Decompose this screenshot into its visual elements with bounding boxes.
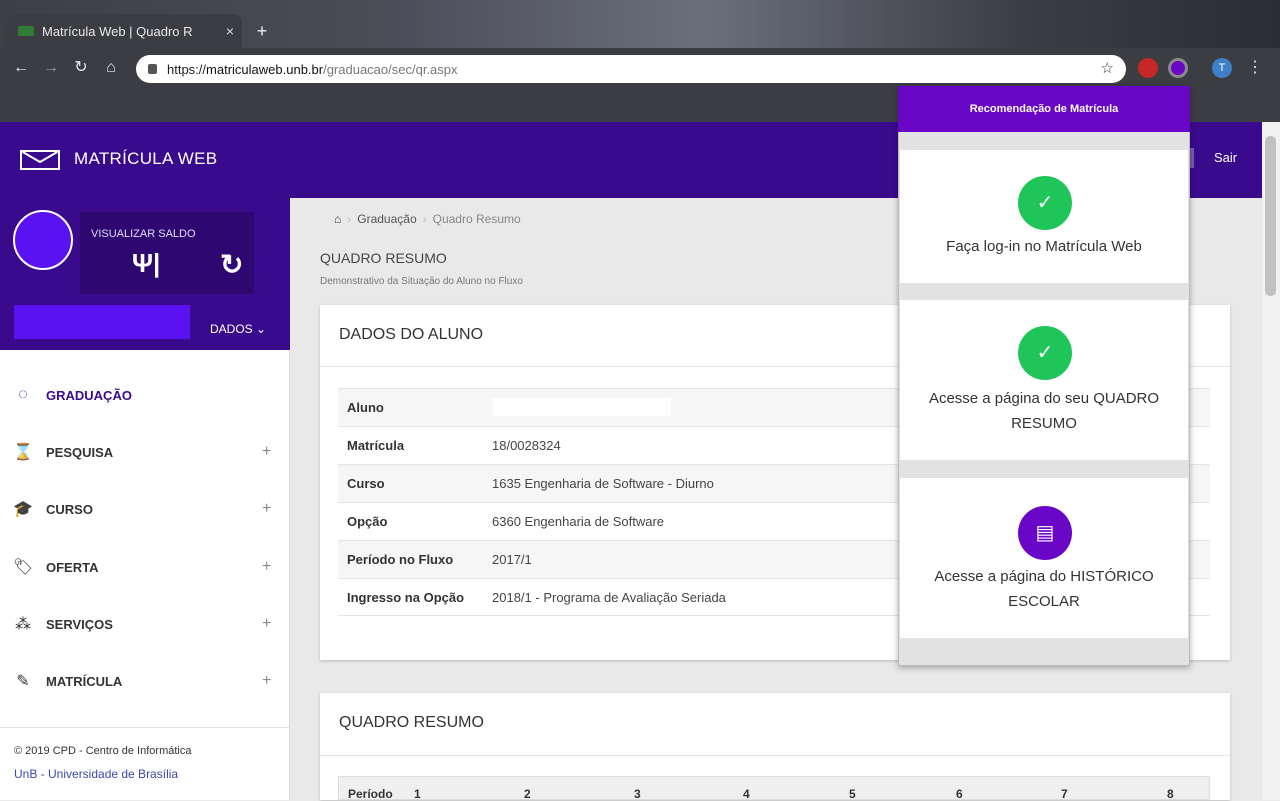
expand-plus-icon[interactable]: + (262, 672, 271, 690)
column-header: 7 (1061, 787, 1068, 801)
column-header: 1 (414, 787, 421, 801)
sidebar-item-label: GRADUAÇÃO (46, 387, 132, 403)
breadcrumb-current: Quadro Resumo (432, 212, 521, 226)
field-key: Opção (347, 514, 388, 529)
address-bar[interactable]: https://matriculaweb.unb.br/graduacao/se… (136, 55, 1126, 83)
column-header: 4 (743, 787, 750, 801)
url-host: matriculaweb.unb.br (206, 61, 324, 77)
field-key: Período no Fluxo (347, 552, 454, 567)
tag-icon: 🏷 (12, 559, 34, 576)
page-subtitle: Demonstrativo da Situação do Aluno no Fl… (320, 276, 523, 287)
extension-icon[interactable] (1138, 58, 1158, 78)
tab-close-icon[interactable]: × (218, 23, 242, 39)
bookmark-star-icon[interactable]: ☆ (1101, 59, 1114, 77)
column-header: 3 (634, 787, 641, 801)
field-key: Ingresso na Opção (347, 589, 465, 605)
sidebar-item-label: SERVIÇOS (46, 616, 113, 632)
summary-title: QUADRO RESUMO (339, 714, 484, 731)
lock-icon (148, 64, 157, 74)
sidebar-item-pesquisa[interactable]: ⌛ PESQUISA + (0, 424, 290, 480)
step-card-login[interactable]: ✓ Faça log-in no Matrícula Web (900, 150, 1188, 283)
back-icon[interactable]: ← (10, 57, 32, 79)
sidebar-item-graduacao[interactable]: ◌ GRADUAÇÃO (0, 367, 290, 423)
check-icon: ✓ (1018, 326, 1072, 380)
sidebar-item-servicos[interactable]: ⁂ SERVIÇOS + (0, 596, 290, 652)
expand-plus-icon[interactable]: + (262, 500, 271, 518)
refresh-icon[interactable]: ↻ (220, 248, 243, 281)
sidebar-item-oferta[interactable]: 🏷 OFERTA + (0, 539, 290, 595)
services-icon: ⁂ (15, 616, 31, 633)
sidebar-item-label: MATRÍCULA (46, 673, 123, 689)
expand-plus-icon[interactable]: + (262, 558, 271, 576)
step-card-quadro-resumo[interactable]: ✓ Acesse a página do seu QUADRO RESUMO (900, 300, 1188, 460)
sidebar-divider (0, 727, 290, 728)
hourglass-icon: ⌛ (13, 444, 33, 461)
field-value: 2017/1 (492, 552, 532, 567)
field-key: Aluno (347, 400, 384, 415)
column-header: 2 (524, 787, 531, 801)
browser-menu-icon[interactable]: ⋮ (1244, 57, 1266, 79)
step-text: Acesse a página do seu QUADRO RESUMO (928, 390, 1160, 432)
breadcrumb-graduacao[interactable]: Graduação (357, 212, 416, 226)
sidebar-item-label: PESQUISA (46, 444, 114, 460)
forward-icon[interactable]: → (40, 57, 62, 79)
pencil-icon: ✎ (16, 673, 30, 690)
page-title: QUADRO RESUMO (320, 250, 447, 266)
expand-plus-icon[interactable]: + (262, 615, 271, 633)
card-divider (320, 755, 1230, 756)
field-value: 6360 Engenharia de Software (492, 514, 665, 529)
circle-notch-icon: ◌ (18, 386, 28, 403)
field-key: Matrícula (347, 438, 405, 453)
envelope-logo-icon (20, 150, 60, 170)
browser-tab[interactable]: Matrícula Web | Quadro R × (6, 14, 242, 48)
breadcrumb: ⌂ › Graduação › Quadro Resumo (334, 212, 521, 226)
graduation-cap-icon: 🎓 (13, 501, 33, 518)
new-tab-button[interactable]: + (250, 20, 274, 44)
field-value: 2018/1 - Programa de Avaliação Seriada (492, 589, 726, 605)
expand-plus-icon[interactable]: + (262, 443, 271, 461)
server-icon: ▤ (1018, 506, 1072, 560)
step-text: Acesse a página do HISTÓRICO ESCOLAR (934, 568, 1154, 610)
field-value: 1635 Engenharia de Software - Diurno (492, 476, 714, 491)
logout-link[interactable]: Sair (1214, 150, 1237, 165)
column-header: Período (348, 787, 393, 801)
dados-label: DADOS (210, 322, 253, 336)
sidebar-item-label: CURSO (46, 501, 93, 517)
view-balance-label: VISUALIZAR SALDO (91, 228, 196, 240)
column-header: 6 (956, 787, 963, 801)
field-key: Curso (347, 476, 385, 491)
student-data-title: DADOS DO ALUNO (339, 326, 484, 343)
column-header: 8 (1167, 787, 1174, 801)
field-value: 18/0028324 (492, 438, 561, 453)
chevron-down-icon: ⌄ (256, 322, 267, 336)
header-divider (1190, 148, 1194, 168)
sidebar-item-label: OFERTA (46, 559, 99, 575)
step-text: Faça log-in no Matrícula Web (946, 238, 1142, 255)
reload-icon[interactable]: ↻ (70, 57, 92, 79)
home-icon[interactable]: ⌂ (100, 57, 122, 79)
favicon-icon (18, 26, 34, 36)
footer-university-link[interactable]: UnB - Universidade de Brasília (14, 767, 178, 781)
scrollbar-thumb[interactable] (1265, 136, 1276, 296)
profile-icon[interactable]: T (1212, 58, 1232, 78)
summary-table-header: Período 1 2 3 4 5 6 7 8 (338, 776, 1210, 801)
column-header: 5 (849, 787, 856, 801)
check-icon: ✓ (1018, 176, 1072, 230)
footer-copyright: © 2019 CPD - Centro de Informática (14, 745, 192, 757)
url-scheme: https:// (167, 61, 207, 77)
student-name-bar (14, 305, 190, 339)
student-name-field (493, 398, 671, 416)
matricula-extension-icon[interactable] (1168, 58, 1188, 78)
step-card-historico[interactable]: ▤ Acesse a página do HISTÓRICO ESCOLAR (900, 478, 1188, 638)
sidebar-item-matricula[interactable]: ✎ MATRÍCULA + (0, 653, 290, 709)
app-title: MATRÍCULA WEB (74, 149, 218, 168)
fork-knife-icon: Ψ| (132, 248, 161, 278)
dados-dropdown[interactable]: DADOS ⌄ (210, 322, 266, 336)
home-icon[interactable]: ⌂ (334, 212, 341, 226)
tab-title: Matrícula Web | Quadro R (42, 23, 193, 39)
sidebar-item-curso[interactable]: 🎓 CURSO + (0, 481, 290, 537)
popup-title: Recomendação de Matrícula (898, 86, 1190, 132)
avatar[interactable] (13, 210, 73, 270)
url-path: /graduacao/sec/qr.aspx (323, 61, 458, 77)
